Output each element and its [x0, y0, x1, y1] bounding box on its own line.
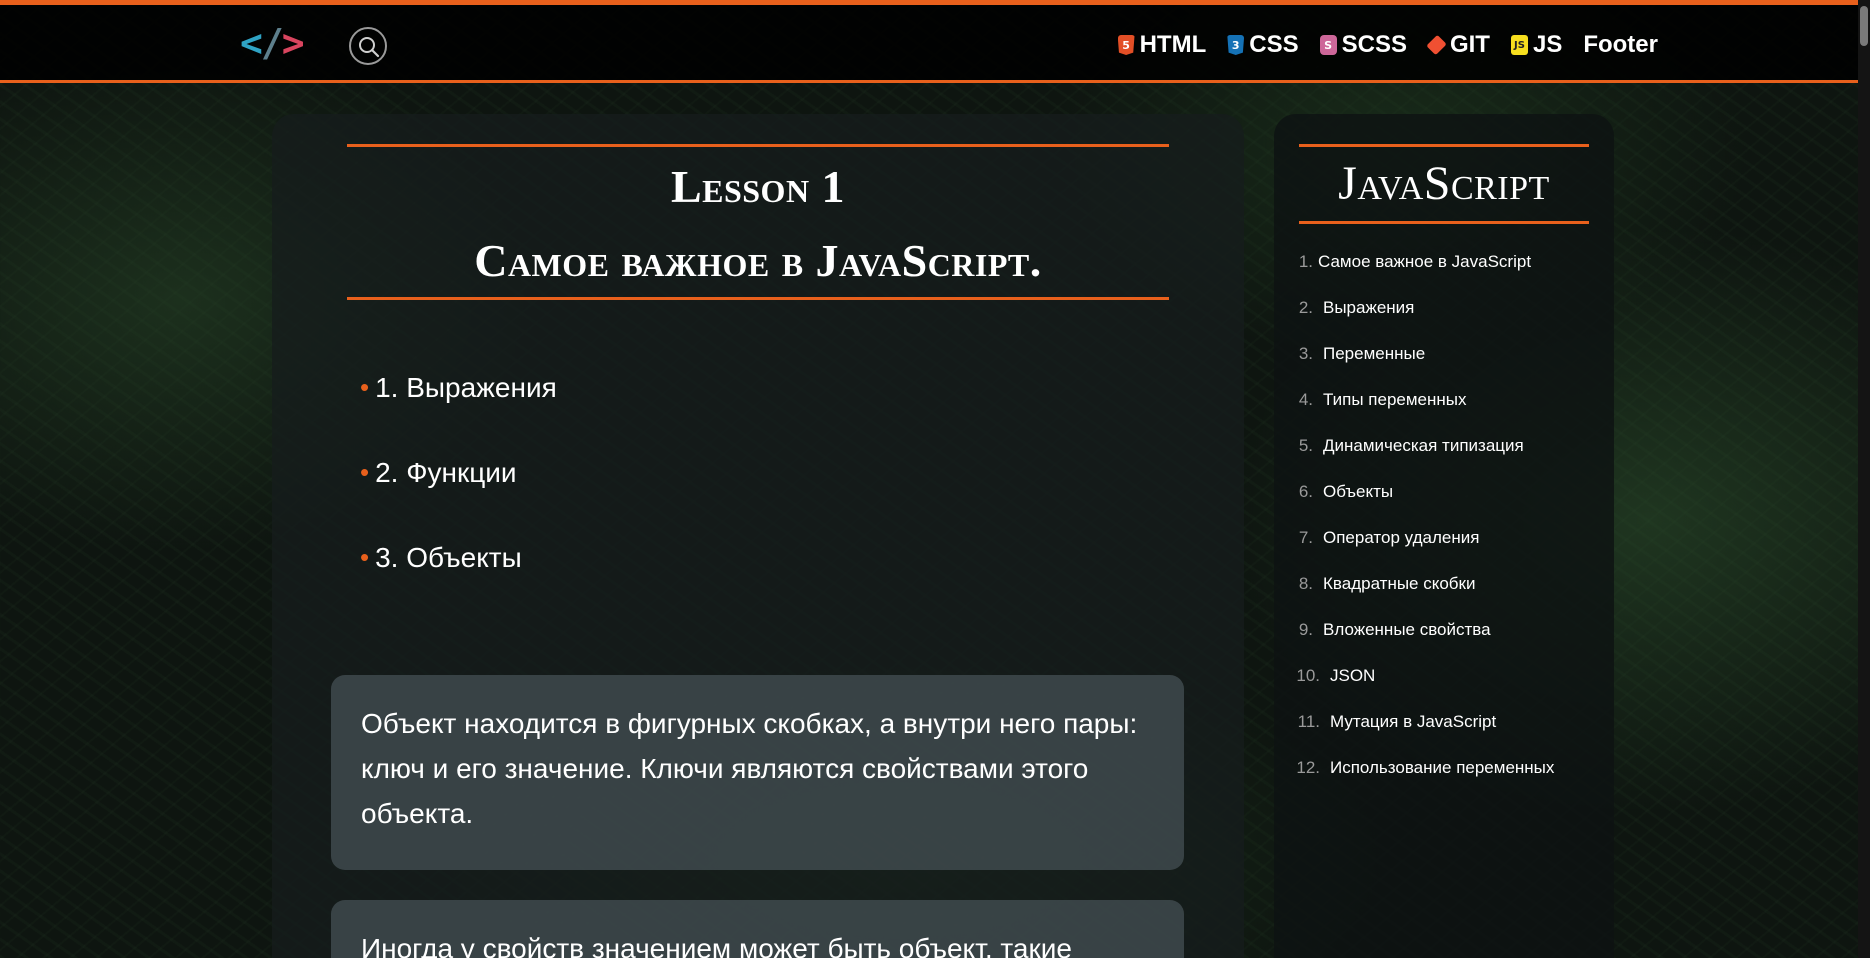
js-icon: JS [1510, 35, 1528, 55]
nav-footer-label: Footer [1583, 31, 1658, 58]
nav-git[interactable]: GIT [1426, 31, 1490, 59]
search-icon [359, 37, 380, 58]
sidebar-item[interactable]: 5. Динамическая типизация [1282, 436, 1612, 482]
sidebar-title-box: JavaScript [1299, 144, 1589, 224]
logo-lt: < [240, 21, 263, 65]
topic-item[interactable]: • 2. Функции [360, 457, 557, 542]
sidebar-toc: 1. Самое важное в JavaScript 2. Выражения … [1282, 252, 1612, 804]
item-number: 1. [1298, 252, 1313, 271]
topic-item[interactable]: • 1. Выражения [360, 372, 557, 457]
nav-scss[interactable]: S SCSS [1319, 31, 1407, 59]
nav-html[interactable]: 5 HTML [1117, 31, 1207, 59]
nav-js-label: JS [1532, 31, 1563, 58]
sidebar-item[interactable]: 12. Использование переменных [1282, 758, 1612, 804]
bullet-dot-icon: • [360, 542, 370, 572]
sidebar-item[interactable]: 8. Квадратные скобки [1282, 574, 1612, 620]
bullet-dot-icon: • [360, 457, 370, 487]
page-scrollbar[interactable] [1858, 0, 1870, 958]
nav-js[interactable]: JS JS [1510, 31, 1563, 59]
site-header: </> 5 HTML 3 CSS S SCSS GIT JS JS Footer [0, 5, 1858, 83]
lesson-panel: Lesson 1 Самое важное в JavaScript. • 1. … [272, 114, 1244, 958]
site-logo[interactable]: </> [240, 21, 305, 65]
nav-footer[interactable]: Footer [1583, 31, 1658, 59]
sidebar-item[interactable]: 11. Мутация в JavaScript [1282, 712, 1612, 758]
item-number: 11. [1297, 712, 1320, 731]
sidebar-title: JavaScript [1338, 157, 1550, 210]
item-number: 4. [1298, 390, 1313, 409]
sidebar-item[interactable]: 7. Оператор удаления [1282, 528, 1612, 574]
sidebar-link[interactable]: Использование переменных [1330, 758, 1554, 778]
item-number: 8. [1298, 574, 1313, 593]
sidebar-item[interactable]: 9. Вложенные свойства [1282, 620, 1612, 666]
search-button[interactable] [349, 27, 387, 65]
sidebar-link[interactable]: Переменные [1323, 344, 1425, 364]
sidebar-link[interactable]: Динамическая типизация [1323, 436, 1524, 456]
sidebar-link[interactable]: Типы переменных [1323, 390, 1467, 410]
logo-slash: / [260, 21, 284, 65]
item-number: 6. [1298, 482, 1313, 501]
lesson-title-box: Lesson 1 Самое важное в JavaScript. [347, 144, 1169, 300]
sidebar-item[interactable]: 4. Типы переменных [1282, 390, 1612, 436]
sidebar-link[interactable]: Самое важное в JavaScript [1318, 252, 1531, 272]
lesson-title: Lesson 1 [670, 161, 846, 212]
topic-label: 2. Функции [375, 457, 517, 488]
item-number: 10. [1296, 666, 1320, 685]
logo-gt: > [281, 21, 305, 65]
topic-item[interactable]: • 3. Объекты [360, 542, 557, 627]
item-number: 2. [1298, 298, 1313, 317]
nav-html-label: HTML [1139, 31, 1207, 58]
topic-label: 1. Выражения [375, 372, 557, 403]
text-card: Объект находится в фигурных скобках, а в… [331, 675, 1184, 870]
lesson-topics: • 1. Выражения • 2. Функции • 3. Объекты [360, 372, 557, 627]
card-text: Иногда у свойств значением может быть об… [361, 933, 1072, 958]
sidebar-item[interactable]: 1. Самое важное в JavaScript [1282, 252, 1612, 298]
sidebar-link[interactable]: Выражения [1323, 298, 1414, 318]
main-nav: 5 HTML 3 CSS S SCSS GIT JS JS Footer [1117, 31, 1658, 59]
sass-icon: S [1319, 35, 1337, 55]
sidebar-link[interactable]: Мутация в JavaScript [1330, 712, 1496, 732]
lesson-subtitle: Самое важное в JavaScript. [474, 235, 1042, 286]
git-icon [1426, 34, 1447, 56]
sidebar-link[interactable]: Квадратные скобки [1323, 574, 1475, 594]
sidebar-link[interactable]: Вложенные свойства [1323, 620, 1491, 640]
sidebar: JavaScript 1. Самое важное в JavaScript 2… [1274, 114, 1614, 958]
bullet-dot-icon: • [360, 372, 370, 402]
nav-git-label: GIT [1449, 31, 1490, 58]
scrollbar-thumb[interactable] [1860, 6, 1868, 46]
card-text: Объект находится в фигурных скобках, а в… [361, 708, 1138, 829]
sidebar-link[interactable]: Оператор удаления [1323, 528, 1479, 548]
nav-scss-label: SCSS [1341, 31, 1407, 58]
topic-label: 3. Объекты [375, 542, 522, 573]
sidebar-item[interactable]: 6. Объекты [1282, 482, 1612, 528]
item-number: 12. [1296, 758, 1320, 777]
item-number: 7. [1298, 528, 1313, 547]
sidebar-item[interactable]: 10. JSON [1282, 666, 1612, 712]
item-number: 9. [1298, 620, 1313, 639]
sidebar-item[interactable]: 2. Выражения [1282, 298, 1612, 344]
item-number: 3. [1298, 344, 1313, 363]
sidebar-item[interactable]: 3. Переменные [1282, 344, 1612, 390]
text-card: Иногда у свойств значением может быть об… [331, 900, 1184, 958]
nav-css-label: CSS [1249, 31, 1299, 58]
html5-icon: 5 [1117, 35, 1135, 55]
nav-css[interactable]: 3 CSS [1227, 31, 1299, 59]
sidebar-link[interactable]: Объекты [1323, 482, 1393, 502]
css3-icon: 3 [1227, 35, 1245, 55]
sidebar-link[interactable]: JSON [1330, 666, 1375, 686]
item-number: 5. [1298, 436, 1313, 455]
